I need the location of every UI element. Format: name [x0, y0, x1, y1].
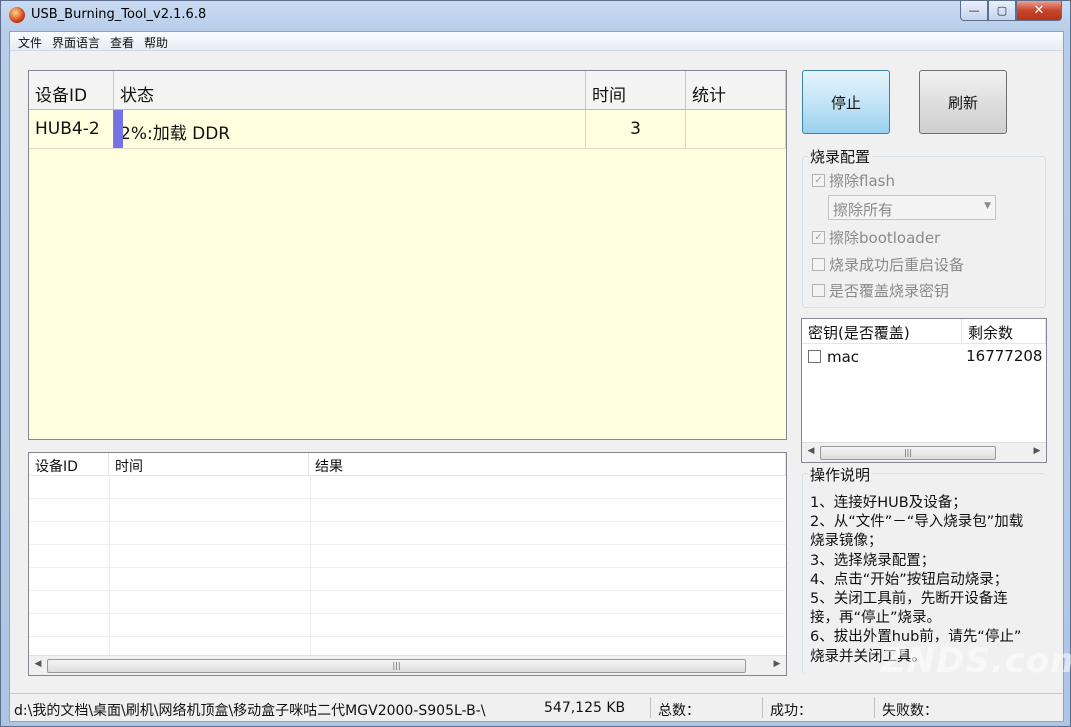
header-device-id[interactable]: 设备ID — [29, 71, 114, 109]
result-table[interactable]: 设备ID 时间 结果 ◀ ||| ▶ — [28, 452, 787, 676]
reboot-after-label: 烧录成功后重启设备 — [829, 256, 965, 274]
table-row — [29, 499, 786, 522]
table-row — [29, 522, 786, 545]
status-fail: 失败数： — [882, 703, 938, 719]
menu-help[interactable]: 帮助 — [140, 32, 174, 50]
burn-progress-bar — [114, 110, 123, 148]
table-row — [29, 545, 786, 568]
instruction-line: 1、连接好HUB及设备； — [810, 495, 967, 511]
device-row[interactable]: HUB4-2 2%:加载 DDR 3 — [29, 110, 786, 149]
overwrite-key-check-icon — [812, 284, 825, 297]
table-row — [29, 591, 786, 614]
key-mac-checkbox[interactable] — [808, 350, 821, 363]
menu-file[interactable]: 文件 — [14, 32, 48, 50]
client-area: 文件 界面语言 查看 帮助 设备ID 状态 时间 统计 HUB4-2 2%:加载… — [9, 31, 1064, 722]
device-status-cell: 2%:加载 DDR — [114, 110, 586, 148]
header-status[interactable]: 状态 — [114, 71, 586, 109]
scroll-right-icon[interactable]: ▶ — [1030, 446, 1044, 459]
instruction-line: 接，再“停止”烧录。 — [810, 610, 942, 627]
device-status-text: 2%:加载 DDR — [120, 124, 231, 144]
instruction-line: 3、选择烧录配置； — [810, 552, 936, 569]
burn-config-title: 烧录配置 — [808, 146, 873, 167]
status-package-size: 547,125 KB — [544, 700, 626, 716]
menu-bar: 文件 界面语言 查看 帮助 — [10, 32, 1063, 51]
key-remaining-cell: 16777208 — [966, 347, 1043, 365]
reboot-after-checkbox[interactable]: 烧录成功后重启设备 — [812, 254, 964, 275]
menu-language[interactable]: 界面语言 — [48, 32, 106, 50]
overwrite-key-checkbox[interactable]: 是否覆盖烧录密钥 — [812, 280, 949, 301]
result-table-body — [29, 476, 786, 660]
window-title: USB_Burning_Tool_v2.1.6.8 — [31, 7, 207, 22]
refresh-button[interactable]: 刷新 — [919, 70, 1007, 134]
erase-flash-label: 擦除flash — [829, 172, 895, 190]
menu-view[interactable]: 查看 — [106, 32, 140, 50]
key-hscrollbar[interactable]: ◀ ||| ▶ — [802, 442, 1046, 462]
device-table-header: 设备ID 状态 时间 统计 — [29, 71, 786, 110]
device-id-cell: HUB4-2 — [29, 110, 114, 148]
erase-mode-value: 擦除所有 — [833, 201, 894, 219]
app-logo-icon — [9, 7, 25, 23]
stop-button[interactable]: 停止 — [802, 70, 890, 134]
result-header-device-id[interactable]: 设备ID — [29, 453, 109, 475]
title-bar[interactable]: USB_Burning_Tool_v2.1.6.8 — ▢ ✕ — [1, 1, 1070, 31]
maximize-button[interactable]: ▢ — [988, 1, 1016, 21]
key-header-name[interactable]: 密钥(是否覆盖) — [802, 319, 962, 343]
instruction-line: 4、点击“开始”按钮启动烧录； — [810, 571, 1009, 588]
scroll-thumb[interactable]: ||| — [47, 659, 746, 673]
header-time[interactable]: 时间 — [586, 71, 686, 109]
result-table-header: 设备ID 时间 结果 — [29, 453, 786, 476]
status-bar: d:\我的文档\桌面\刷机\网络机顶盒\移动盒子咪咕二代MGV2000-S905… — [10, 693, 1063, 721]
result-header-result[interactable]: 结果 — [309, 453, 786, 475]
watermark-logo: ZNDS.com — [881, 641, 1071, 681]
erase-mode-select[interactable]: 擦除所有 ▼ — [828, 195, 996, 220]
erase-bootloader-checkbox[interactable]: ✓ 擦除bootloader — [812, 227, 940, 248]
erase-bootloader-label: 擦除bootloader — [829, 229, 941, 247]
result-hscrollbar[interactable]: ◀ ||| ▶ — [29, 655, 786, 675]
scroll-right-icon[interactable]: ▶ — [770, 659, 784, 672]
key-list[interactable]: 密钥(是否覆盖) 剩余数 mac 16777208 ◀ ||| ▶ — [801, 318, 1047, 463]
header-count[interactable]: 统计 — [686, 71, 786, 109]
key-name-text: mac — [827, 347, 860, 366]
instruction-line: 2、从“文件”－“导入烧录包”加载 — [810, 514, 1024, 531]
minimize-button[interactable]: — — [960, 1, 988, 21]
status-success: 成功： — [770, 703, 812, 719]
status-package-path: d:\我的文档\桌面\刷机\网络机顶盒\移动盒子咪咕二代MGV2000-S905… — [14, 703, 486, 719]
status-total: 总数： — [658, 703, 700, 719]
table-row — [29, 476, 786, 499]
key-row[interactable]: mac 16777208 — [802, 344, 1046, 366]
table-row — [29, 614, 786, 637]
close-button[interactable]: ✕ — [1016, 1, 1062, 21]
instruction-line: 烧录镜像； — [810, 533, 883, 550]
overwrite-key-label: 是否覆盖烧录密钥 — [829, 282, 950, 300]
key-name-cell: mac — [802, 347, 960, 366]
instructions-title: 操作说明 — [808, 464, 873, 485]
device-count-cell — [686, 110, 786, 148]
erase-flash-checkbox[interactable]: ✓ 擦除flash — [812, 170, 895, 191]
erase-flash-check-icon: ✓ — [812, 174, 825, 187]
table-row — [29, 568, 786, 591]
device-table[interactable]: 设备ID 状态 时间 统计 HUB4-2 2%:加载 DDR 3 — [28, 70, 787, 440]
chevron-down-icon: ▼ — [984, 201, 991, 211]
key-header-remaining[interactable]: 剩余数 — [962, 319, 1046, 343]
erase-bootloader-check-icon: ✓ — [812, 231, 825, 244]
scroll-left-icon[interactable]: ◀ — [31, 659, 45, 672]
window-controls: — ▢ ✕ — [960, 1, 1062, 21]
device-time-cell: 3 — [586, 110, 686, 148]
scroll-left-icon[interactable]: ◀ — [804, 446, 818, 459]
reboot-after-check-icon — [812, 258, 825, 271]
app-window: USB_Burning_Tool_v2.1.6.8 — ▢ ✕ 文件 界面语言 … — [0, 0, 1071, 727]
scroll-thumb[interactable]: ||| — [820, 446, 996, 460]
result-header-time[interactable]: 时间 — [109, 453, 309, 475]
key-list-header: 密钥(是否覆盖) 剩余数 — [802, 319, 1046, 344]
instruction-line: 5、关闭工具前，先断开设备连 — [810, 591, 1008, 608]
